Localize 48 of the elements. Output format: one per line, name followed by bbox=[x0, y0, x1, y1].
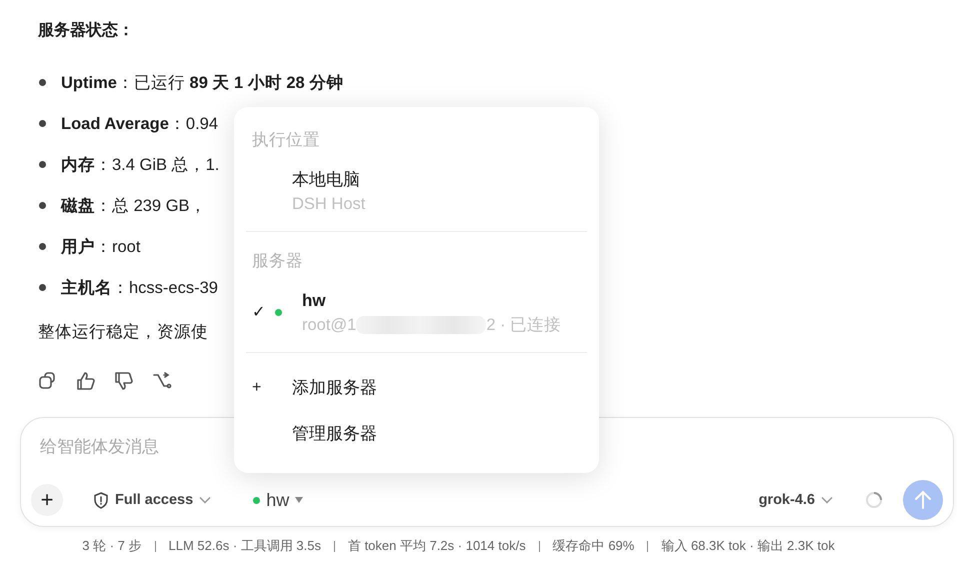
list-item-text: 主机名：hcss-ecs-39 bbox=[61, 278, 218, 298]
list-item-text: Load Average：0.94 bbox=[61, 114, 218, 134]
menu-item[interactable]: 本地电脑 DSH Host bbox=[246, 161, 587, 223]
list-item-text: 用户：root bbox=[61, 236, 140, 258]
add-button[interactable]: + bbox=[31, 484, 63, 516]
shield-icon bbox=[93, 492, 109, 508]
status-text: 输入 68.3K tok · 输出 2.3K tok bbox=[661, 537, 835, 555]
bullet-icon bbox=[39, 161, 46, 168]
section-label: 执行位置 bbox=[251, 130, 321, 151]
check-icon: ✓ bbox=[252, 302, 266, 322]
item-title: 管理服务器 bbox=[292, 423, 377, 445]
list-item-text: 磁盘：总 239 GB， bbox=[61, 196, 207, 216]
bullet-icon bbox=[39, 120, 46, 127]
status-text: LLM 52.6s · 工具调用 3.5s bbox=[168, 537, 321, 555]
item-detail: root@1 bbox=[302, 315, 356, 336]
plus-icon: + bbox=[252, 379, 262, 397]
item-detail: DSH Host bbox=[292, 194, 366, 215]
menu-item[interactable]: 管理服务器 bbox=[246, 411, 587, 457]
list-item-text: 内存：3.4 GiB 总，1. bbox=[61, 154, 220, 176]
bullet-icon bbox=[39, 284, 46, 291]
bullet-icon bbox=[39, 79, 46, 86]
chevron-down-icon bbox=[821, 496, 833, 504]
copy-icon[interactable] bbox=[38, 371, 58, 391]
arrow-up-icon bbox=[914, 490, 932, 510]
connection-status: 2 · 已连接 bbox=[486, 315, 562, 336]
bullet-icon bbox=[39, 243, 46, 250]
summary-text: 整体运行稳定，资源使 bbox=[38, 322, 208, 343]
item-title: hw bbox=[302, 290, 327, 312]
section-heading: 服务器状态： bbox=[38, 20, 135, 41]
item-title: 本地电脑 bbox=[292, 169, 361, 191]
chevron-down-icon bbox=[199, 496, 212, 504]
status-text: 3 轮 · 7 步 bbox=[82, 537, 142, 555]
thumbs-up-icon[interactable] bbox=[76, 371, 96, 391]
spinner-icon bbox=[865, 491, 883, 509]
server-dropdown[interactable]: hw bbox=[245, 486, 312, 514]
branch-icon[interactable] bbox=[152, 371, 172, 391]
status-text: 缓存命中 69% bbox=[552, 537, 634, 555]
bullet-icon bbox=[39, 202, 46, 209]
list-item-text: Uptime：已运行 89 天 1 小时 28 分钟 bbox=[61, 72, 344, 94]
access-dropdown[interactable]: Full access bbox=[85, 488, 220, 512]
caret-icon bbox=[295, 497, 304, 503]
status-text: 首 token 平均 7.2s · 1014 tok/s bbox=[348, 537, 526, 555]
menu-item[interactable]: + 添加服务器 bbox=[246, 365, 587, 411]
menu-item[interactable]: ✓ hw root@1 2 · 已连接 bbox=[246, 282, 587, 344]
section-label: 服务器 bbox=[251, 251, 304, 272]
item-title: 添加服务器 bbox=[292, 377, 377, 399]
thumbs-down-icon[interactable] bbox=[114, 371, 134, 391]
model-dropdown[interactable]: grok-4.6 bbox=[750, 488, 841, 512]
